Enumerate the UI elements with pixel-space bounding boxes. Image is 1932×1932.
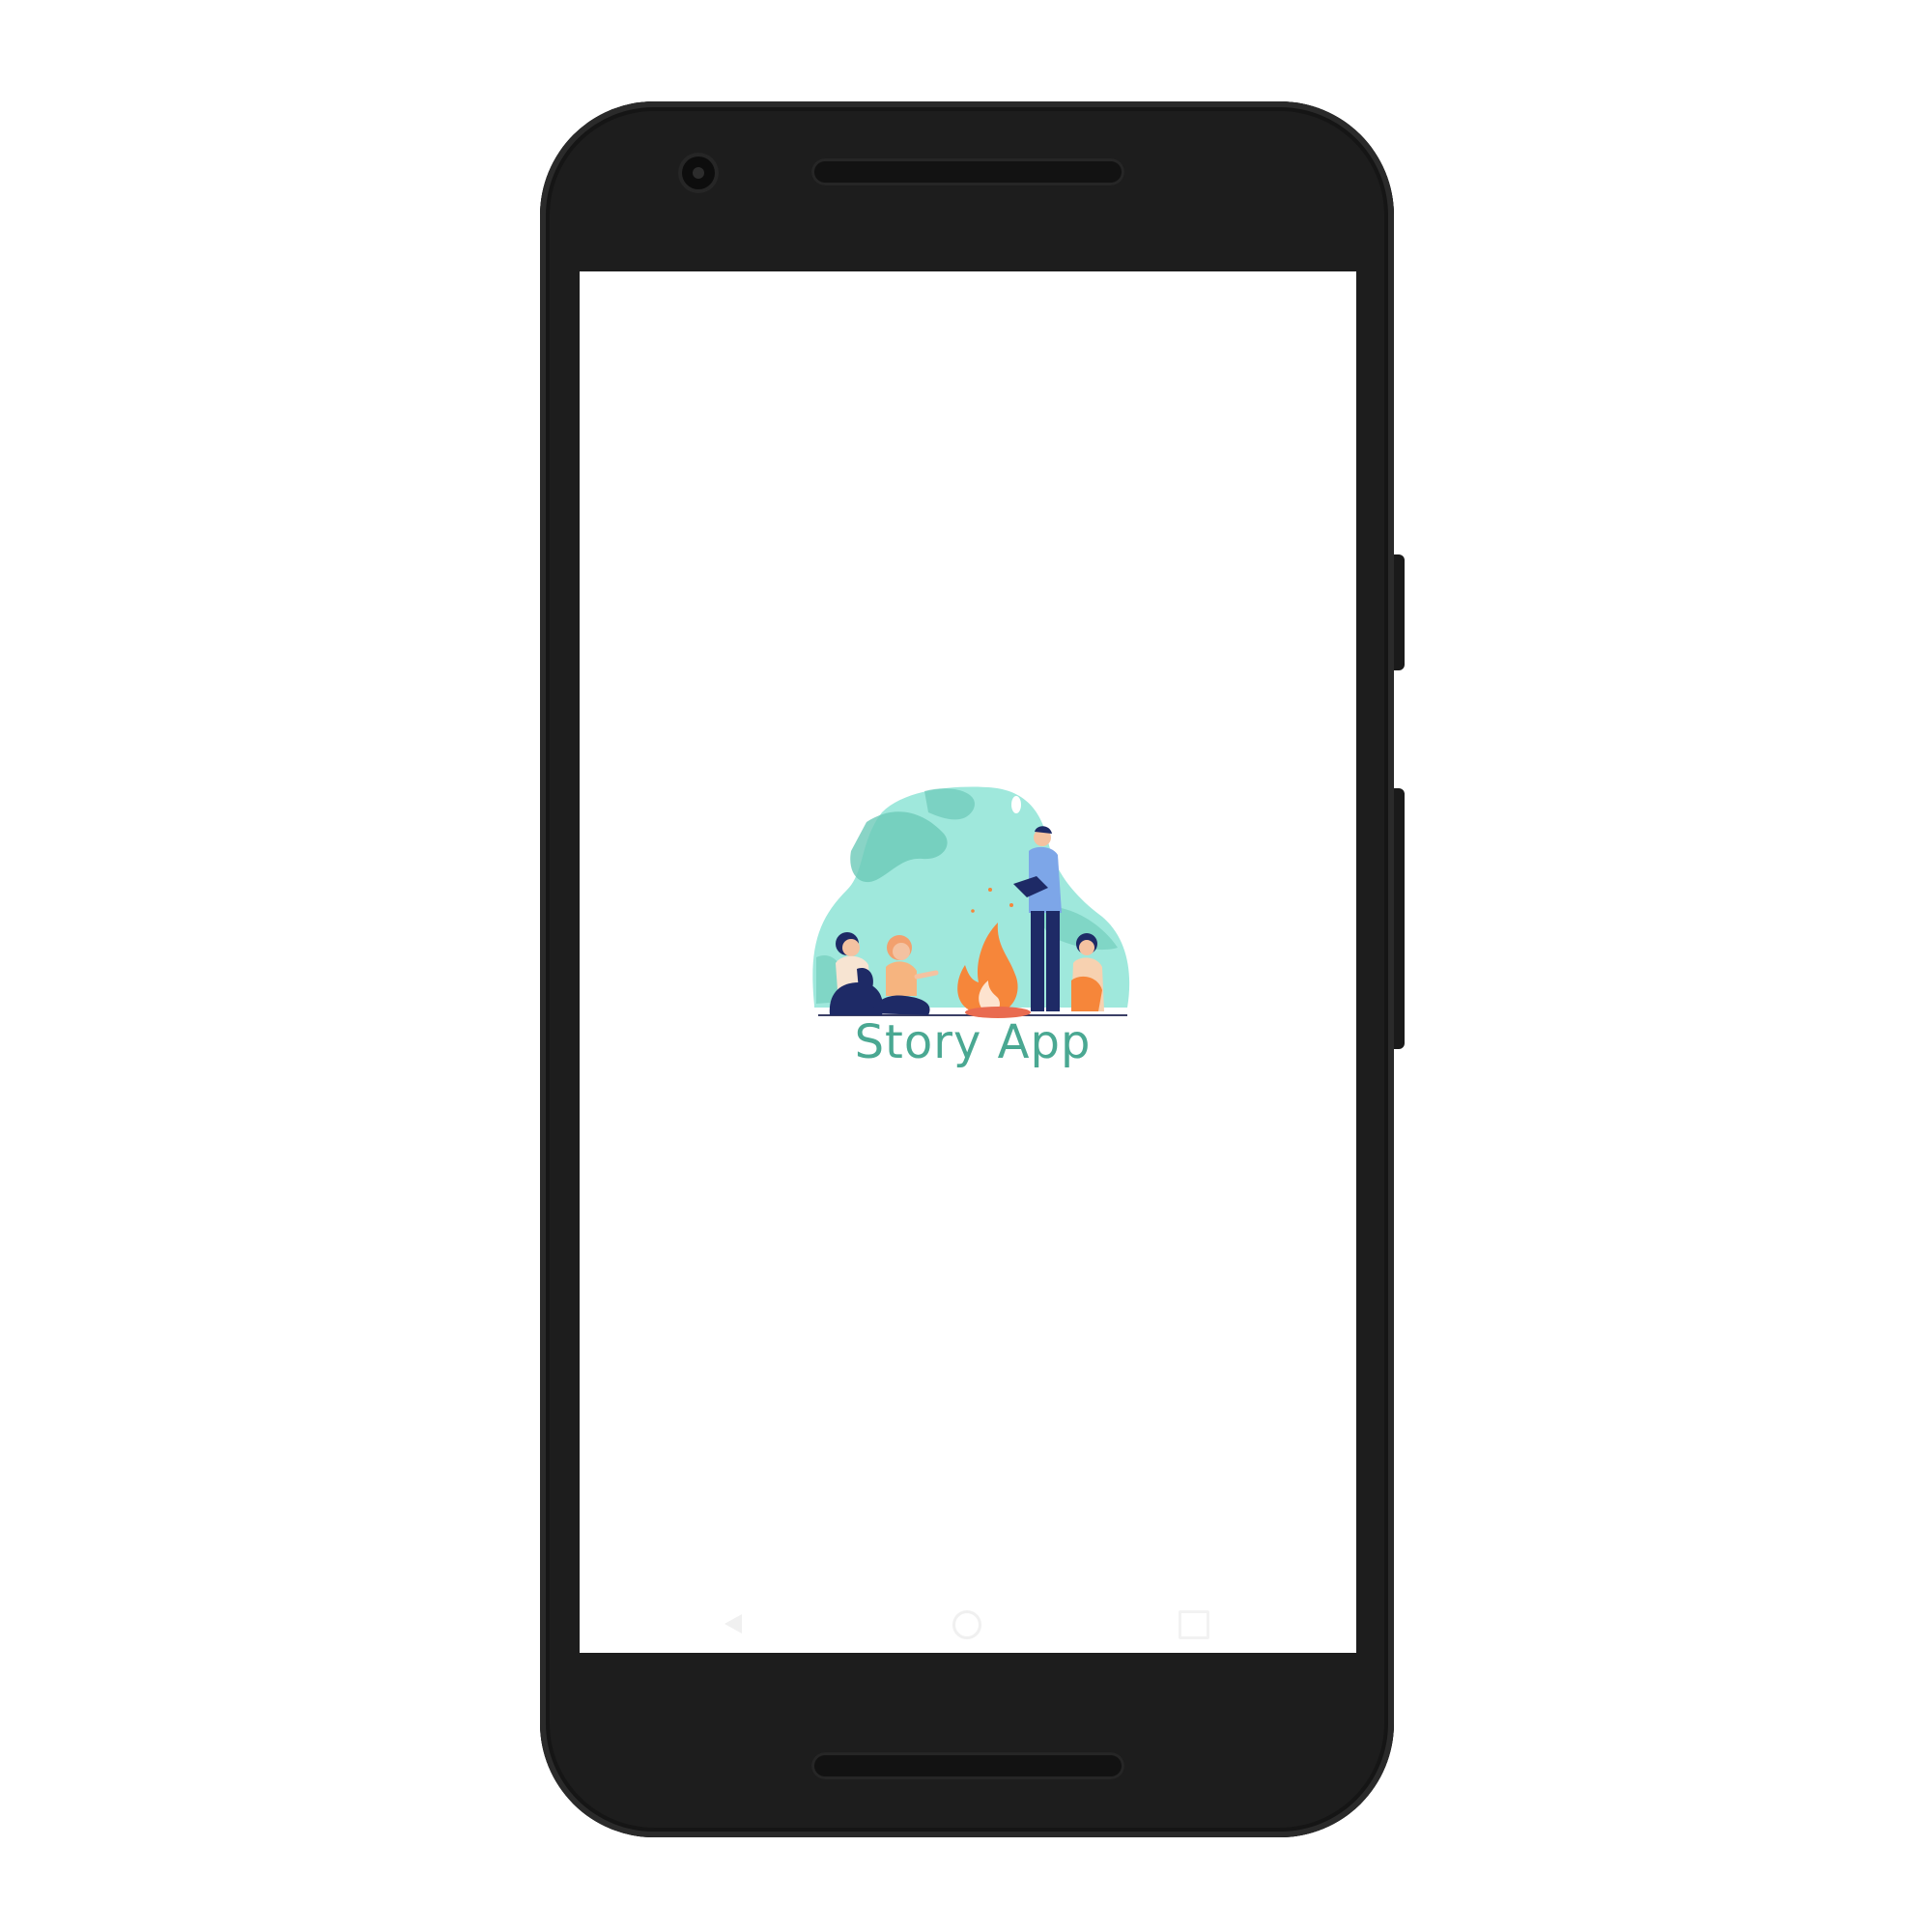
top-speaker-grille	[811, 158, 1124, 185]
campfire-storytelling-illustration	[812, 786, 1130, 1018]
stage: Story App	[0, 0, 1932, 1932]
recents-square-icon[interactable]	[1179, 1610, 1209, 1639]
android-navigation-bar	[580, 1595, 1356, 1653]
home-circle-icon[interactable]	[952, 1610, 981, 1639]
back-triangle-icon[interactable]	[724, 1614, 742, 1634]
volume-button[interactable]	[1394, 788, 1405, 1049]
bottom-speaker-grille	[811, 1752, 1124, 1779]
device-screen: Story App	[580, 271, 1356, 1653]
splash-logo: Story App	[809, 783, 1137, 1093]
app-title: Story App	[854, 1015, 1092, 1069]
front-camera-icon	[682, 156, 715, 189]
power-button[interactable]	[1394, 554, 1405, 670]
